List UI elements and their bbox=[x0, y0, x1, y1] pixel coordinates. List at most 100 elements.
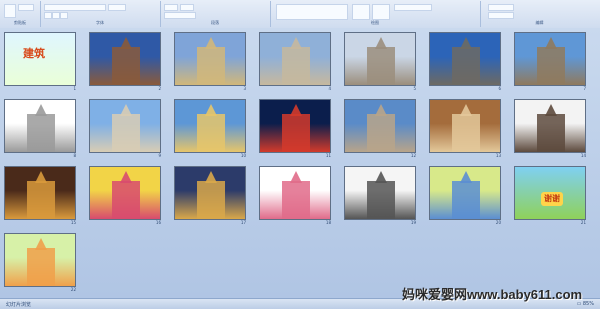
slide-thumbnail[interactable]: 12 bbox=[344, 99, 416, 158]
slide-number: 22 bbox=[70, 287, 76, 292]
cut-button[interactable] bbox=[18, 4, 34, 11]
slide-thumbnail[interactable]: 建筑 1 bbox=[4, 32, 76, 91]
arrange-button[interactable] bbox=[352, 4, 370, 20]
slide-number: 3 bbox=[243, 86, 246, 91]
slide-image bbox=[89, 32, 161, 86]
slide-thumbnail[interactable]: 22 bbox=[4, 233, 76, 292]
spire-shape bbox=[205, 171, 217, 183]
building-shape bbox=[282, 47, 310, 85]
building-shape bbox=[452, 47, 480, 85]
slide-image bbox=[89, 166, 161, 220]
slide-thumbnail[interactable]: 16 bbox=[89, 166, 161, 225]
building-shape bbox=[537, 114, 565, 152]
spire-shape bbox=[545, 104, 557, 116]
slide-image bbox=[429, 32, 501, 86]
underline-button[interactable] bbox=[60, 12, 68, 19]
slide-image bbox=[429, 99, 501, 153]
spire-shape bbox=[460, 37, 472, 49]
spire-shape bbox=[290, 171, 302, 183]
slide-image bbox=[344, 166, 416, 220]
slide-thumbnail[interactable]: 11 bbox=[259, 99, 331, 158]
slide-thumbnail[interactable]: 19 bbox=[344, 166, 416, 225]
slide-thumbnail[interactable]: 8 bbox=[4, 99, 76, 158]
shapes-gallery[interactable] bbox=[276, 4, 348, 20]
slide-thumbnail[interactable]: 7 bbox=[514, 32, 586, 91]
slide-thumbnail[interactable]: 5 bbox=[344, 32, 416, 91]
building-shape bbox=[452, 181, 480, 219]
slide-thumbnail[interactable]: 14 bbox=[514, 99, 586, 158]
building-shape bbox=[197, 47, 225, 85]
slide-thumbnail[interactable]: 6 bbox=[429, 32, 501, 91]
slide-thumbnail[interactable]: 2 bbox=[89, 32, 161, 91]
italic-button[interactable] bbox=[52, 12, 60, 19]
slide-number: 20 bbox=[495, 220, 501, 225]
spire-shape bbox=[205, 37, 217, 49]
clipboard-label: 剪贴板 bbox=[14, 20, 26, 25]
spire-shape bbox=[545, 37, 557, 49]
building-shape bbox=[197, 181, 225, 219]
editing-label: 编辑 bbox=[535, 20, 544, 25]
font-size-field[interactable] bbox=[108, 4, 126, 11]
bullets-button[interactable] bbox=[164, 4, 178, 11]
slide-image bbox=[514, 99, 586, 153]
spire-shape bbox=[460, 171, 472, 183]
spire-shape bbox=[120, 171, 132, 183]
font-name-field[interactable] bbox=[44, 4, 106, 11]
ribbon: 剪贴板 字体 段落 绘图 编辑 bbox=[0, 0, 600, 29]
building-shape bbox=[27, 248, 55, 286]
slide-number: 12 bbox=[410, 153, 416, 158]
slide-thumbnail[interactable]: 10 bbox=[174, 99, 246, 158]
slide-image bbox=[89, 99, 161, 153]
numbering-button[interactable] bbox=[180, 4, 194, 11]
slide-thumbnail[interactable]: 13 bbox=[429, 99, 501, 158]
slide-image bbox=[174, 32, 246, 86]
slide-image bbox=[344, 99, 416, 153]
paste-button[interactable] bbox=[4, 4, 16, 18]
slide-sorter-pane: 建筑 1 2 3 4 5 6 7 8 9 10 11 12 13 14 15 16 17 18 19 20 谢谢 21 22 bbox=[0, 28, 600, 298]
slide-image bbox=[514, 32, 586, 86]
slide-thumbnail[interactable]: 17 bbox=[174, 166, 246, 225]
slide-thumbnail[interactable]: 15 bbox=[4, 166, 76, 225]
paragraph-label: 段落 bbox=[211, 20, 219, 25]
slide-number: 19 bbox=[410, 220, 416, 225]
slide-thumbnail[interactable]: 18 bbox=[259, 166, 331, 225]
spire-shape bbox=[120, 37, 132, 49]
slide-image bbox=[4, 166, 76, 220]
slide-image bbox=[4, 233, 76, 287]
find-button[interactable] bbox=[488, 4, 514, 11]
building-shape bbox=[282, 114, 310, 152]
thanks-label: 谢谢 bbox=[541, 192, 563, 206]
slide-image bbox=[174, 166, 246, 220]
quick-styles-button[interactable] bbox=[372, 4, 390, 20]
bold-button[interactable] bbox=[44, 12, 52, 19]
slide-thumbnail[interactable]: 20 bbox=[429, 166, 501, 225]
shape-fill-button[interactable] bbox=[394, 4, 432, 11]
slide-thumbnail[interactable]: 4 bbox=[259, 32, 331, 91]
slide-thumbnail[interactable]: 9 bbox=[89, 99, 161, 158]
align-button[interactable] bbox=[164, 12, 196, 19]
slide-image bbox=[259, 166, 331, 220]
slide-image bbox=[259, 99, 331, 153]
slide-thumbnail[interactable]: 谢谢 21 bbox=[514, 166, 586, 225]
replace-button[interactable] bbox=[488, 12, 514, 19]
spire-shape bbox=[35, 171, 47, 183]
building-shape bbox=[112, 181, 140, 219]
slide-image bbox=[174, 99, 246, 153]
font-label: 字体 bbox=[96, 20, 104, 25]
slide-number: 6 bbox=[498, 86, 501, 91]
slide-image bbox=[429, 166, 501, 220]
spire-shape bbox=[375, 171, 387, 183]
spire-shape bbox=[290, 37, 302, 49]
building-shape bbox=[282, 181, 310, 219]
building-shape bbox=[367, 114, 395, 152]
building-shape bbox=[112, 114, 140, 152]
watermark: 妈咪爱婴网www.baby611.com bbox=[402, 287, 583, 302]
slide-number: 17 bbox=[240, 220, 246, 225]
building-shape bbox=[367, 47, 395, 85]
slide-number: 7 bbox=[583, 86, 586, 91]
slide-image: 谢谢 bbox=[514, 166, 586, 220]
ribbon-group-clipboard: 剪贴板 bbox=[0, 1, 41, 27]
ribbon-group-drawing: 绘图 bbox=[270, 1, 481, 27]
slide-number: 21 bbox=[580, 220, 586, 225]
slide-thumbnail[interactable]: 3 bbox=[174, 32, 246, 91]
